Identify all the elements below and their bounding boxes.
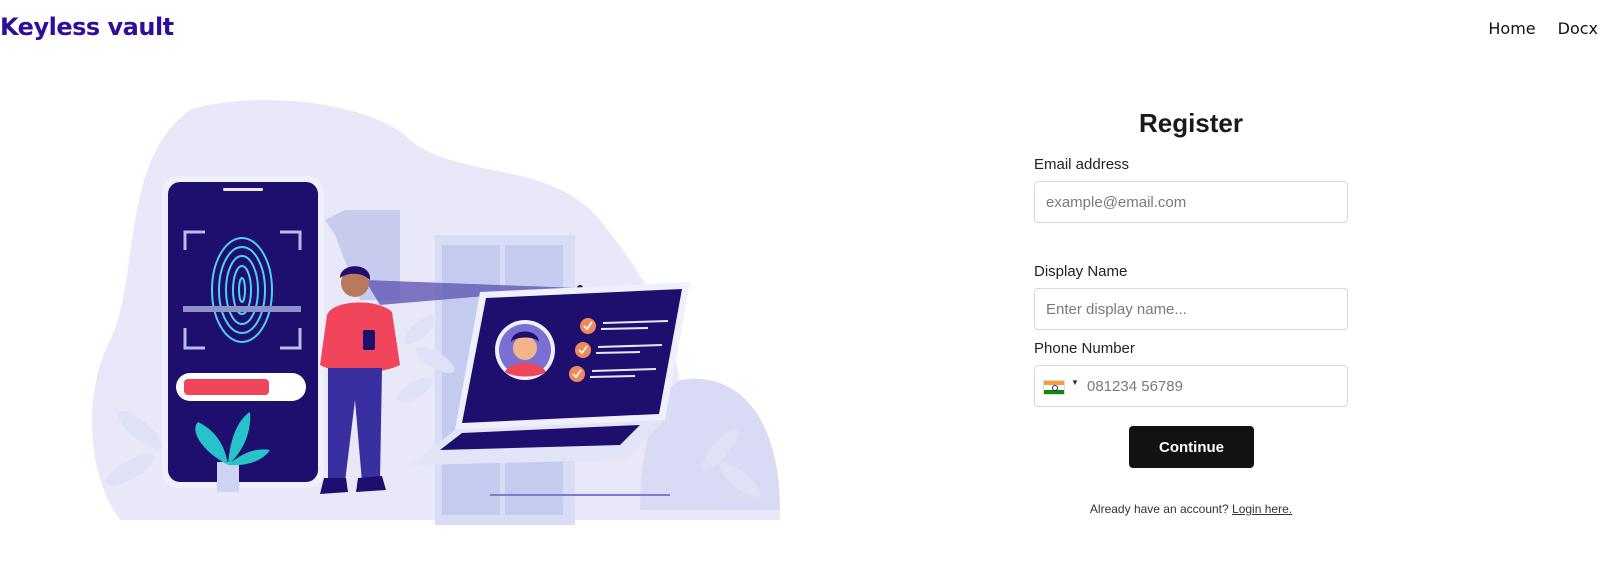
display-name-input[interactable] (1034, 288, 1348, 330)
display-name-label: Display Name (1034, 263, 1128, 280)
register-title: Register (1138, 108, 1244, 138)
login-prompt: Already have an account? Login here. (1034, 502, 1348, 516)
plant-pot (217, 462, 239, 492)
email-input[interactable] (1034, 181, 1348, 223)
phone-field: ▼ (1034, 365, 1348, 407)
caret-down-icon[interactable]: ▼ (1071, 378, 1079, 387)
login-prompt-text: Already have an account? (1089, 502, 1229, 516)
india-flag-icon[interactable] (1043, 380, 1065, 395)
shelf-line (490, 494, 670, 496)
scan-line (183, 306, 301, 312)
progress-fill (184, 379, 269, 395)
nav-docx-link[interactable]: Docx (1558, 19, 1598, 38)
phone-label: Phone Number (1034, 340, 1135, 357)
illustration-svg (91, 100, 781, 525)
login-link[interactable]: Login here. (1232, 502, 1292, 516)
avatar-face (513, 336, 537, 360)
person-shirt (320, 302, 400, 373)
phone-speaker (223, 188, 263, 191)
person-phone (363, 330, 375, 350)
phone-input[interactable] (1087, 366, 1345, 406)
biometric-illustration (80, 100, 800, 525)
brand-logo[interactable]: Keyless vault (0, 13, 174, 41)
navbar: Keyless vault Home Docx (0, 0, 1600, 60)
person-shoe-left (320, 478, 348, 494)
person-shoe-right (356, 476, 386, 492)
nav-home-link[interactable]: Home (1488, 19, 1535, 38)
laptop-screen (462, 289, 682, 423)
nav-links: Home Docx (1488, 19, 1598, 38)
continue-button[interactable]: Continue (1129, 426, 1254, 468)
email-label: Email address (1034, 156, 1130, 173)
